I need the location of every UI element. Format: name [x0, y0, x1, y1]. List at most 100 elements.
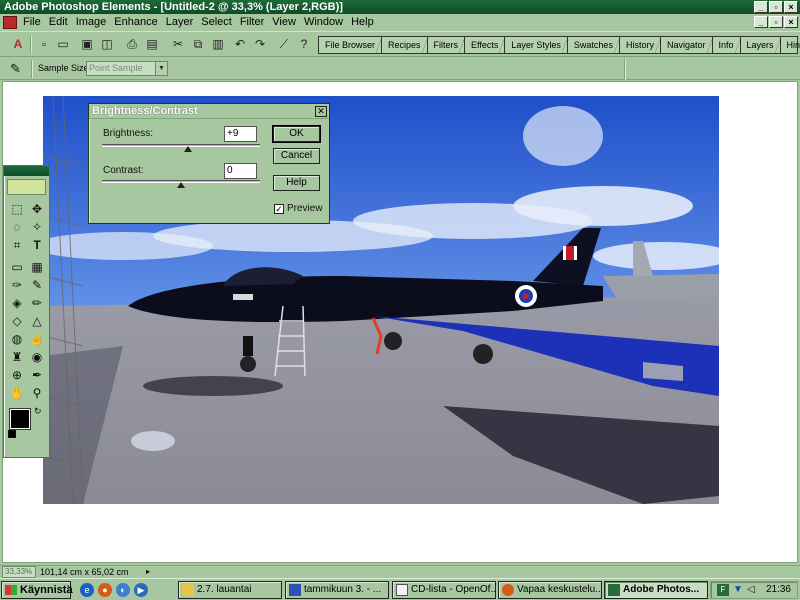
restore-button[interactable]: ▫: [769, 1, 783, 13]
preview-checkbox[interactable]: ✓: [274, 204, 284, 214]
paint-bucket-icon[interactable]: ◈: [8, 294, 26, 312]
undo-icon[interactable]: ↶: [232, 36, 248, 52]
task-firefox[interactable]: Vapaa keskustelu...: [498, 581, 602, 599]
ok-button[interactable]: OK: [273, 126, 320, 142]
brightness-input[interactable]: +9: [224, 126, 257, 142]
start-button[interactable]: Käynnistä: [1, 581, 73, 599]
help-icon[interactable]: ?: [296, 36, 312, 52]
step-backward-icon[interactable]: ⟋: [276, 36, 292, 52]
document-icon[interactable]: [3, 15, 17, 29]
desktop-icon[interactable]: ◐: [116, 583, 130, 597]
paste-icon[interactable]: ▥: [210, 36, 226, 52]
tab-recipes[interactable]: Recipes: [382, 37, 428, 53]
task-openoffice[interactable]: CD-lista - OpenOf...: [392, 581, 496, 599]
menu-view[interactable]: View: [268, 14, 300, 30]
contrast-slider-knob[interactable]: [177, 182, 185, 188]
windows-flag-icon: [5, 585, 17, 595]
tab-info[interactable]: Info: [713, 37, 741, 53]
tab-swatches[interactable]: Swatches: [568, 37, 620, 53]
spreadsheet-icon: [396, 584, 408, 596]
task-photoshop[interactable]: Adobe Photos...: [604, 581, 708, 599]
menu-select[interactable]: Select: [197, 14, 236, 30]
brightness-slider-knob[interactable]: [184, 146, 193, 152]
tab-navigator[interactable]: Navigator: [661, 37, 713, 53]
menu-enhance[interactable]: Enhance: [110, 14, 161, 30]
magic-wand-tool-icon[interactable]: ✧: [28, 218, 46, 236]
internet-explorer-icon[interactable]: e: [80, 583, 94, 597]
lasso-tool-icon[interactable]: ◌: [8, 218, 26, 236]
eyedropper-tool-icon[interactable]: ✒: [28, 366, 46, 384]
save-icon[interactable]: ▣: [79, 36, 95, 52]
contrast-slider[interactable]: [102, 180, 260, 190]
crop-tool-icon[interactable]: ⌗: [8, 236, 26, 254]
close-button[interactable]: ×: [784, 1, 798, 13]
tab-file-browser[interactable]: File Browser: [319, 37, 383, 53]
help-button[interactable]: Help: [273, 175, 320, 191]
shape-tool-icon[interactable]: ▭: [8, 258, 26, 276]
default-colors-icon[interactable]: [8, 430, 16, 438]
menu-edit[interactable]: Edit: [45, 14, 72, 30]
open-folder-icon[interactable]: ▭: [55, 36, 71, 52]
dialog-close-icon[interactable]: ✕: [315, 106, 327, 117]
sample-size-select[interactable]: Point Sample ▼: [86, 61, 168, 76]
pencil-tool-icon[interactable]: ✏: [28, 294, 46, 312]
media-player-icon[interactable]: ▶: [134, 583, 148, 597]
foreground-color-swatch[interactable]: [9, 408, 31, 430]
marquee-tool-icon[interactable]: ⬚: [8, 200, 26, 218]
minimize-button[interactable]: _: [754, 1, 768, 13]
save-for-web-icon[interactable]: ◫: [99, 36, 115, 52]
menu-image[interactable]: Image: [72, 14, 111, 30]
print-icon[interactable]: ⎙: [124, 36, 140, 52]
menu-help[interactable]: Help: [347, 14, 378, 30]
copy-icon[interactable]: ⧉: [190, 36, 206, 52]
clone-stamp-icon[interactable]: ♜: [8, 348, 26, 366]
new-file-icon[interactable]: ▫: [36, 36, 52, 52]
redo-icon[interactable]: ↷: [252, 36, 268, 52]
move-tool-icon[interactable]: ✥: [28, 200, 46, 218]
network-icon[interactable]: ▼: [733, 584, 743, 595]
tab-layer-styles[interactable]: Layer Styles: [505, 37, 568, 53]
red-eye-tool-icon[interactable]: ◉: [28, 348, 46, 366]
menu-filter[interactable]: Filter: [236, 14, 268, 30]
selection-brush-icon[interactable]: ⊕: [8, 366, 26, 384]
language-icon[interactable]: F: [717, 584, 729, 596]
tab-effects[interactable]: Effects: [465, 37, 506, 53]
smudge-tool-icon[interactable]: ☝: [28, 330, 46, 348]
menu-layer[interactable]: Layer: [162, 14, 198, 30]
cancel-button[interactable]: Cancel: [273, 148, 320, 164]
doc-minimize-button[interactable]: _: [754, 16, 768, 28]
firefox-icon[interactable]: ●: [98, 583, 112, 597]
task-word[interactable]: tammikuun 3. - ...: [285, 581, 389, 599]
impressionist-brush-icon[interactable]: ✎: [28, 276, 46, 294]
cut-icon[interactable]: ✂: [170, 36, 186, 52]
tab-hints[interactable]: Hints: [781, 37, 800, 53]
menu-window[interactable]: Window: [300, 14, 347, 30]
status-menu-arrow-icon[interactable]: ▸: [146, 567, 156, 577]
menu-file[interactable]: File: [19, 14, 45, 30]
brightness-slider[interactable]: [102, 144, 260, 154]
tab-filters[interactable]: Filters: [428, 37, 466, 53]
volume-icon[interactable]: ◁: [747, 584, 755, 595]
doc-close-button[interactable]: ×: [784, 16, 798, 28]
sponge-tool-icon[interactable]: ◍: [8, 330, 26, 348]
zoom-tool-icon[interactable]: ⚲: [28, 384, 46, 402]
start-label: Käynnistä: [20, 584, 73, 596]
eraser-tool-icon[interactable]: ◇: [8, 312, 26, 330]
contrast-input[interactable]: 0: [224, 163, 257, 179]
brush-tool-icon[interactable]: ✑: [8, 276, 26, 294]
type-tool-icon[interactable]: T: [28, 236, 46, 254]
task-folder[interactable]: 2.7. lauantai: [178, 581, 282, 599]
blur-tool-icon[interactable]: △: [28, 312, 46, 330]
gradient-tool-icon[interactable]: ▦: [28, 258, 46, 276]
eyedropper-icon[interactable]: ✎: [10, 61, 26, 77]
zoom-level-field[interactable]: 33,33%: [2, 566, 36, 578]
toolbar-separator: [30, 36, 32, 54]
chevron-down-icon[interactable]: ▼: [155, 62, 167, 75]
elements-logo-icon: [7, 179, 46, 195]
doc-restore-button[interactable]: ▫: [769, 16, 783, 28]
swap-colors-icon[interactable]: ↻: [34, 406, 42, 417]
tab-history[interactable]: History: [620, 37, 661, 53]
hand-tool-icon[interactable]: ✋: [8, 384, 26, 402]
tab-layers[interactable]: Layers: [741, 37, 781, 53]
print-preview-icon[interactable]: ▤: [144, 36, 160, 52]
